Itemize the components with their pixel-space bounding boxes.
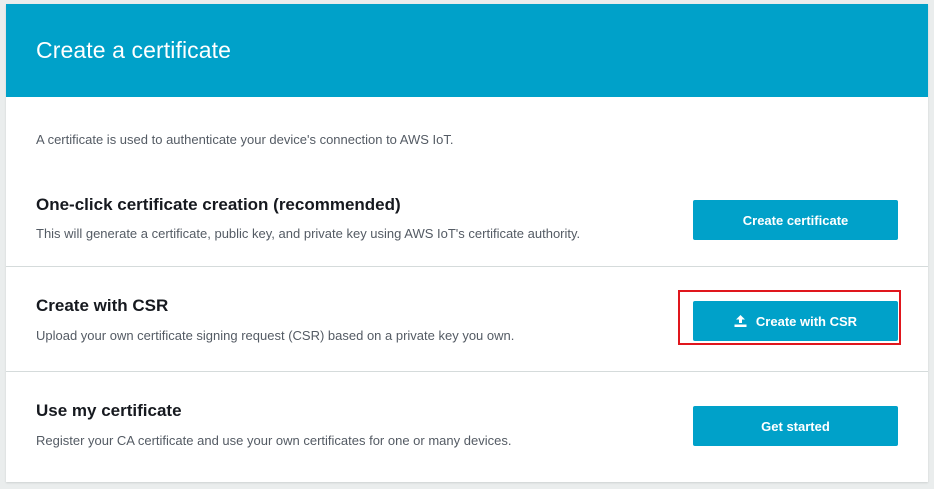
intro-text: A certificate is used to authenticate yo… [36, 132, 454, 147]
create-certificate-button[interactable]: Create certificate [693, 200, 898, 240]
option-title: One-click certificate creation (recommen… [36, 195, 401, 214]
option-description: This will generate a certificate, public… [36, 226, 581, 241]
create-certificate-panel: Create a certificate A certificate is us… [6, 4, 928, 482]
highlight-box [678, 290, 901, 345]
panel-header: Create a certificate [6, 4, 928, 97]
get-started-button[interactable]: Get started [693, 406, 898, 446]
option-title: Create with CSR [36, 296, 169, 315]
option-use-my-certificate: Use my certificate Register your CA cert… [6, 372, 928, 477]
option-description: Upload your own certificate signing requ… [36, 328, 515, 343]
button-label: Get started [761, 418, 830, 434]
button-label: Create certificate [742, 212, 849, 228]
page-title: Create a certificate [36, 37, 232, 63]
intro-section: A certificate is used to authenticate yo… [6, 97, 928, 176]
option-title: Use my certificate [36, 401, 182, 420]
option-description: Register your CA certificate and use you… [36, 433, 512, 448]
option-one-click: One-click certificate creation (recommen… [6, 176, 928, 267]
